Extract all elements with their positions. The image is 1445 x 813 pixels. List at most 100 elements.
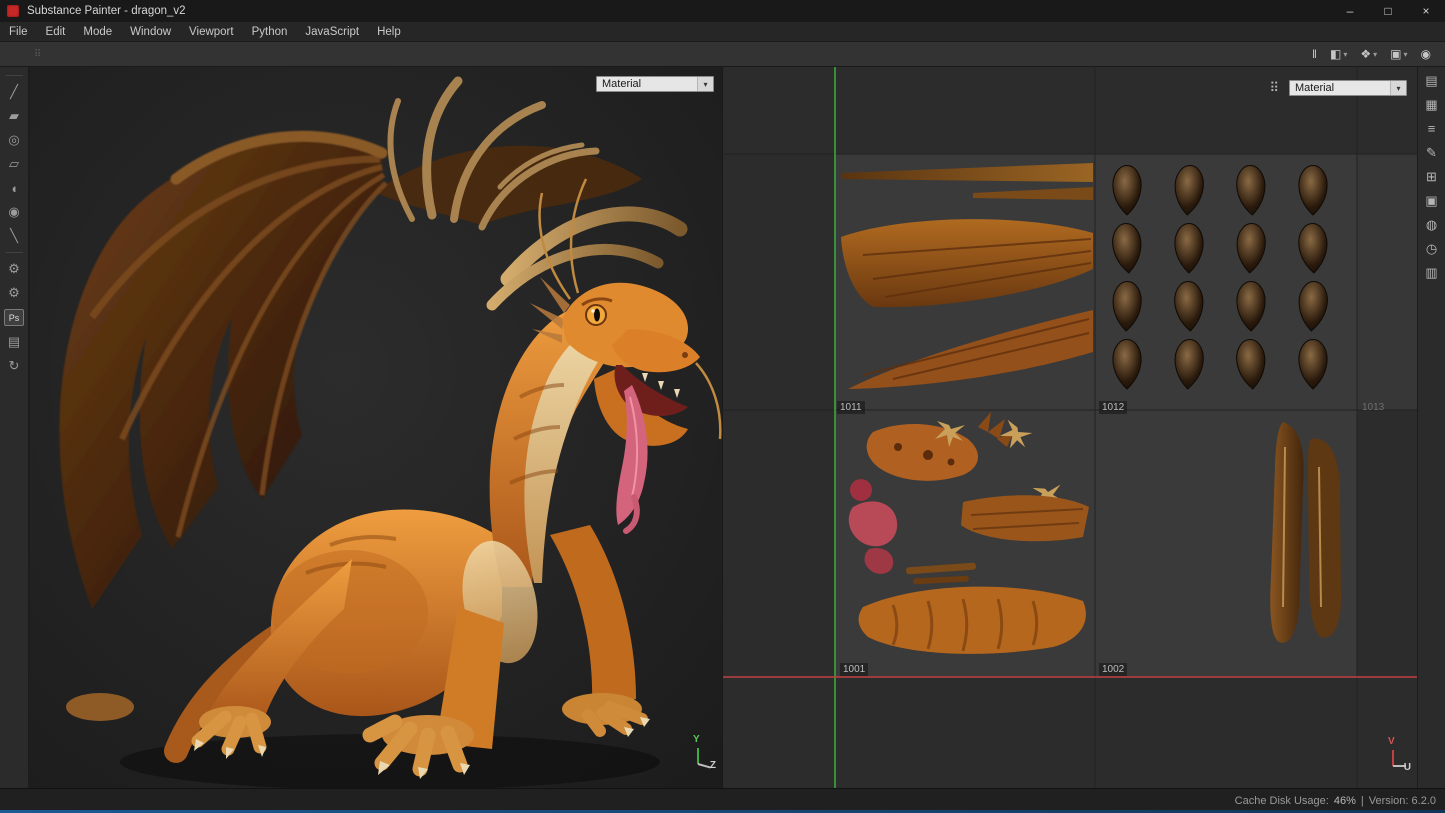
dragon-model-render (30, 67, 722, 788)
toolbar-drag-handle: ⠿ (34, 49, 41, 60)
menu-python[interactable]: Python (243, 26, 297, 38)
projection-icon: ◎ (8, 132, 19, 148)
combo-value: Material (602, 78, 641, 90)
clone-tool[interactable]: ◉ (2, 200, 26, 224)
pause-icon: ‖ (1312, 47, 1317, 61)
chevron-down-icon: ▾ (1343, 50, 1347, 59)
axis-gizmo-3d: Y Z (688, 736, 716, 772)
axis-y-line (697, 748, 699, 764)
resources-updater-button[interactable]: ↻ (2, 354, 26, 378)
chevron-down-icon: ▾ (1390, 81, 1406, 95)
main-toolbar: ⠿ ‖ ◧ ▾ ❖ ▾ ▣ ▾ ◉ (0, 42, 1445, 67)
viewport-display-dropdown[interactable]: ◧ ▾ (1330, 47, 1347, 61)
shelf-grid-icon: ⊞ (1426, 169, 1437, 185)
camera-projection-dropdown[interactable]: ▣ ▾ (1390, 47, 1407, 61)
udim-tile-label: 1002 (1099, 663, 1127, 676)
document-icon: ▤ (8, 334, 20, 350)
texture-set-settings-button[interactable]: ▦ (1421, 97, 1443, 112)
brush-properties-button[interactable]: ✎ (1421, 145, 1443, 160)
refresh-icon: ↻ (9, 358, 20, 374)
projection-tool[interactable]: ◎ (2, 128, 26, 152)
polygon-fill-icon: ▱ (9, 156, 19, 172)
axis-v-line (1392, 750, 1394, 766)
layers-button[interactable]: ≡ (1421, 121, 1443, 136)
title-bar: Substance Painter - dragon_v2 – □ × (0, 0, 1445, 22)
log-document-icon: ▥ (1425, 265, 1437, 281)
settings-button[interactable]: ⚙ (2, 257, 26, 281)
photoshop-plugin-icon: Ps (9, 313, 20, 323)
combo-value: Material (1295, 82, 1334, 94)
chevron-down-icon: ▾ (1373, 50, 1377, 59)
divider (6, 252, 23, 253)
divider (6, 75, 23, 76)
menu-help[interactable]: Help (368, 26, 410, 38)
texture-set-list-icon: ▤ (1425, 73, 1437, 89)
history-button[interactable]: ◷ (1421, 241, 1443, 256)
chevron-down-icon: ▾ (1404, 50, 1408, 59)
menu-edit[interactable]: Edit (37, 26, 75, 38)
viewport-display-icon: ◧ (1330, 47, 1341, 61)
viewport-2d[interactable]: ⠿ Material ▾ 1011 1012 1013 1001 1002 V … (722, 67, 1417, 788)
material-picker-icon: ╲ (10, 228, 18, 244)
snapshot-button[interactable]: ◉ (1421, 47, 1431, 61)
chevron-down-icon: ▾ (697, 77, 713, 91)
toolbar-right-group: ‖ ◧ ▾ ❖ ▾ ▣ ▾ ◉ (1312, 47, 1431, 61)
polygon-fill-tool[interactable]: ▱ (2, 152, 26, 176)
maximize-button[interactable]: □ (1369, 0, 1407, 22)
material-mode-select-2d[interactable]: Material ▾ (1289, 80, 1407, 96)
log-button[interactable]: ▥ (1421, 265, 1443, 280)
gear-icon: ⚙ (8, 261, 20, 277)
menu-viewport[interactable]: Viewport (180, 26, 243, 38)
udim-tile-label: 1011 (837, 401, 865, 414)
material-picker-tool[interactable]: ╲ (2, 224, 26, 248)
texture-set-settings-icon: ▦ (1425, 97, 1437, 113)
clone-stamp-icon: ◉ (8, 204, 19, 220)
menu-file[interactable]: File (0, 26, 37, 38)
cache-usage-label: Cache Disk Usage: (1235, 795, 1329, 807)
window-title: Substance Painter - dragon_v2 (27, 5, 186, 17)
app-icon (7, 5, 19, 17)
minimize-button[interactable]: – (1331, 0, 1369, 22)
globe-icon: ◍ (1426, 217, 1437, 233)
camera-settings-button[interactable]: ▣ (1421, 193, 1443, 208)
eraser-icon: ▰ (9, 108, 19, 124)
axis-z-label: Z (710, 760, 716, 771)
app-window: Substance Painter - dragon_v2 – □ × File… (0, 0, 1445, 813)
udim-grid-settings-icon[interactable]: ⠿ (1269, 81, 1279, 95)
menu-bar: File Edit Mode Window Viewport Python Ja… (0, 22, 1445, 42)
clock-icon: ◷ (1426, 241, 1437, 257)
status-separator: | (1361, 795, 1364, 807)
smudge-icon: ◖ (10, 181, 18, 196)
menu-javascript[interactable]: JavaScript (296, 26, 368, 38)
script-document-button[interactable]: ▤ (2, 330, 26, 354)
paint-brush-icon: ╱ (10, 84, 18, 100)
udim-tile-label: 1013 (1359, 401, 1387, 414)
material-mode-select-3d[interactable]: Material ▾ (596, 76, 714, 92)
plugin-settings-button[interactable]: ⚙ (2, 281, 26, 305)
smudge-tool[interactable]: ◖ (2, 176, 26, 200)
eraser-tool[interactable]: ▰ (2, 104, 26, 128)
window-controls: – □ × (1331, 0, 1445, 22)
close-button[interactable]: × (1407, 0, 1445, 22)
viewport-3d[interactable]: Material ▾ Y Z (30, 67, 722, 788)
display-settings-button[interactable]: ◍ (1421, 217, 1443, 232)
axis-y-label: Y (693, 734, 700, 745)
axis-gizmo-2d: V U (1383, 738, 1411, 774)
material-shader-dropdown[interactable]: ❖ ▾ (1360, 47, 1377, 61)
camera-icon: ▣ (1425, 193, 1437, 209)
gear-icon: ⚙ (8, 285, 20, 301)
material-shader-icon: ❖ (1360, 47, 1371, 61)
version-label: Version: 6.2.0 (1369, 795, 1436, 807)
menu-mode[interactable]: Mode (74, 26, 121, 38)
axis-z-line (698, 763, 711, 769)
layers-icon: ≡ (1428, 121, 1436, 136)
uv-islands-render (723, 67, 1417, 788)
texture-set-list-button[interactable]: ▤ (1421, 73, 1443, 88)
paint-tool[interactable]: ╱ (2, 80, 26, 104)
pause-engine-button[interactable]: ‖ (1312, 47, 1317, 61)
photoshop-plugin-button[interactable]: Ps (4, 309, 24, 326)
right-dock-strip: ▤ ▦ ≡ ✎ ⊞ ▣ ◍ ◷ ▥ (1417, 67, 1445, 788)
assets-shelf-button[interactable]: ⊞ (1421, 169, 1443, 184)
menu-window[interactable]: Window (121, 26, 180, 38)
axis-v-label: V (1388, 736, 1395, 747)
